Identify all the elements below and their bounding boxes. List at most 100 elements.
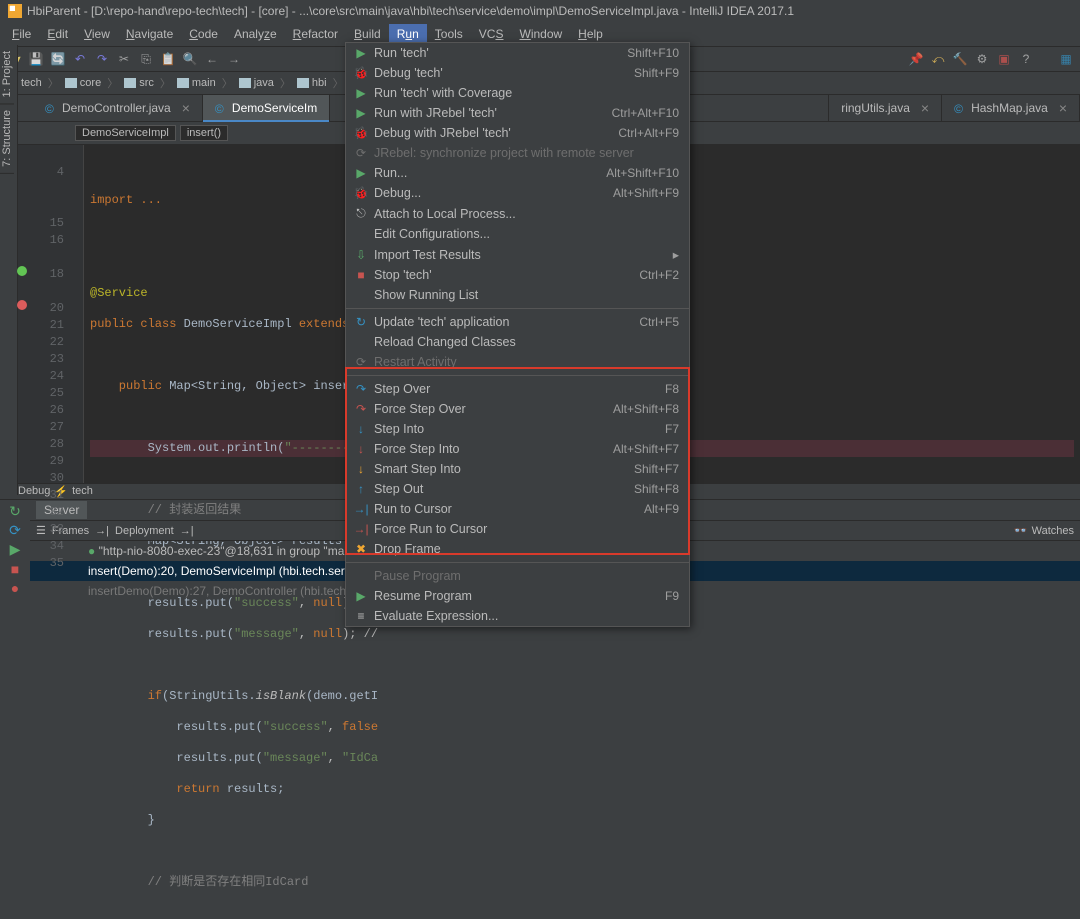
menu-refactor[interactable]: Refactor	[285, 24, 346, 44]
tab-label: DemoServiceIm	[232, 101, 317, 115]
editor-tab-1[interactable]: © DemoServiceIm	[203, 95, 330, 121]
menu-view[interactable]: View	[76, 24, 118, 44]
paste-icon[interactable]: 📋	[160, 51, 176, 67]
help-icon[interactable]: ?	[1018, 51, 1034, 67]
run-menu-item[interactable]: ⎋Attach to Local Process...	[346, 203, 689, 224]
menu-item-shortcut: Shift+F7	[634, 462, 679, 476]
breakpoint-icon[interactable]	[17, 300, 27, 310]
menu-item-icon: ⎋	[352, 206, 370, 221]
menu-item-icon: ⟳	[352, 146, 370, 160]
watches-label[interactable]: Watches	[1032, 525, 1074, 537]
close-icon[interactable]: ×	[1059, 100, 1067, 116]
deployment-label[interactable]: Deployment	[115, 525, 174, 537]
run-menu-item[interactable]: ↑Step OutShift+F8	[346, 479, 689, 499]
run-menu-item[interactable]: ✖Drop Frame	[346, 539, 689, 559]
run-menu-item[interactable]: 🐞Debug 'tech'Shift+F9	[346, 63, 689, 83]
menu-item-label: Edit Configurations...	[374, 227, 490, 241]
run-menu-item[interactable]: →|Run to CursorAlt+F9	[346, 499, 689, 519]
run-menu-item[interactable]: ≡Evaluate Expression...	[346, 606, 689, 626]
run-menu-item[interactable]: →|Force Run to Cursor	[346, 519, 689, 539]
close-icon[interactable]: ×	[182, 100, 190, 116]
run-menu-item[interactable]: 🐞Debug with JRebel 'tech'Ctrl+Alt+F9	[346, 123, 689, 143]
menu-item-icon: ↓	[352, 442, 370, 456]
save-icon[interactable]: 💾	[28, 51, 44, 67]
fold-gutter	[70, 145, 84, 483]
bc-4[interactable]: java	[239, 77, 274, 89]
hammer-icon[interactable]: 🔨	[952, 51, 968, 67]
run-marker-icon[interactable]	[17, 266, 27, 276]
stop-icon[interactable]: ■	[11, 560, 19, 577]
menu-file[interactable]: File	[4, 24, 39, 44]
run-menu-item[interactable]: ▶Run 'tech' with Coverage	[346, 83, 689, 103]
sync-icon[interactable]: 🔄	[50, 51, 66, 67]
run-menu-item[interactable]: 🐞Debug...Alt+Shift+F9	[346, 183, 689, 203]
fwd-icon[interactable]: →	[226, 51, 242, 67]
run-menu-item[interactable]: ▶Run with JRebel 'tech'Ctrl+Alt+F10	[346, 103, 689, 123]
menu-code[interactable]: Code	[181, 24, 226, 44]
redo-icon[interactable]: ↷	[94, 51, 110, 67]
menu-item-label: Step Into	[374, 422, 424, 436]
undo2-icon[interactable]: ⤺	[930, 51, 946, 67]
run-menu-item[interactable]: ▶Run...Alt+Shift+F10	[346, 163, 689, 183]
menu-item-label: Force Step Over	[374, 402, 466, 416]
find-icon[interactable]: 🔍	[182, 51, 198, 67]
class-icon: ©	[954, 102, 966, 114]
run-menu-item[interactable]: ↓Step IntoF7	[346, 419, 689, 439]
debug2-icon[interactable]: ▣	[996, 51, 1012, 67]
menu-item-shortcut: Alt+Shift+F9	[613, 186, 679, 200]
bc-5[interactable]: hbi	[297, 77, 327, 89]
bc-1[interactable]: core	[65, 77, 101, 89]
run-menu-item[interactable]: ↓Force Step IntoAlt+Shift+F7	[346, 439, 689, 459]
menu-item-icon: ⟳	[352, 355, 370, 369]
run-menu-item[interactable]: ↻Update 'tech' applicationCtrl+F5	[346, 312, 689, 332]
menu-help[interactable]: Help	[570, 24, 611, 44]
conf-icon[interactable]: ⚙	[974, 51, 990, 67]
resume-icon[interactable]: ▶	[10, 541, 21, 558]
menu-vcs[interactable]: VCS	[471, 24, 512, 44]
menu-navigate[interactable]: Navigate	[118, 24, 181, 44]
copy-icon[interactable]: ⎘	[138, 51, 154, 67]
bc-3[interactable]: main	[177, 77, 216, 89]
menu-item-label: Update 'tech' application	[374, 315, 509, 329]
menu-build[interactable]: Build	[346, 24, 389, 44]
menu-item-icon: ≡	[352, 609, 370, 623]
tab-project[interactable]: 1: Project	[0, 45, 14, 104]
editor-tab-3[interactable]: © HashMap.java ×	[942, 95, 1080, 121]
folder-icon	[297, 78, 309, 88]
run-menu-item[interactable]: Edit Configurations...	[346, 224, 689, 244]
run-menu-item[interactable]: ↷Step OverF8	[346, 379, 689, 399]
run-menu-item[interactable]: Show Running List	[346, 285, 689, 305]
pin-icon[interactable]: 📌	[908, 51, 924, 67]
menu-window[interactable]: Window	[511, 24, 570, 44]
frame-label: "http-nio-8080-exec-23"@18,631 in group …	[99, 544, 347, 558]
cut-icon[interactable]: ✂	[116, 51, 132, 67]
undo-icon[interactable]: ↶	[72, 51, 88, 67]
view-bp-icon[interactable]: ●	[11, 579, 19, 596]
menu-item-label: JRebel: synchronize project with remote …	[374, 146, 634, 160]
run-menu-item[interactable]: ▶Resume ProgramF9	[346, 586, 689, 606]
run-menu-item[interactable]: ■Stop 'tech'Ctrl+F2	[346, 265, 689, 285]
run-menu-item: ⟳ JRebel: synchronize project with remote…	[346, 143, 689, 163]
bc-2[interactable]: src	[124, 77, 154, 89]
run-menu-item[interactable]: ↷Force Step OverAlt+Shift+F8	[346, 399, 689, 419]
crumb-method[interactable]: insert()	[180, 125, 228, 141]
editor-tab-0[interactable]: © DemoController.java ×	[33, 95, 203, 121]
menu-item-shortcut: Ctrl+F2	[639, 268, 679, 282]
crumb-class[interactable]: DemoServiceImpl	[75, 125, 176, 141]
tab-structure[interactable]: 7: Structure	[0, 104, 14, 174]
run-menu-item[interactable]: ▶Run 'tech'Shift+F10	[346, 43, 689, 63]
close-icon[interactable]: ×	[921, 100, 929, 116]
layout-icon[interactable]: ▦	[1058, 51, 1074, 67]
menu-edit[interactable]: Edit	[39, 24, 76, 44]
menu-run[interactable]: Run	[389, 24, 427, 44]
back-icon[interactable]: ←	[204, 51, 220, 67]
editor-tab-2[interactable]: ringUtils.java ×	[828, 95, 942, 121]
run-menu-item[interactable]: ⇩Import Test Results▸	[346, 244, 689, 265]
window-title-bar: HbiParent - [D:\repo-hand\repo-tech\tech…	[0, 0, 1080, 22]
menu-tools[interactable]: Tools	[427, 24, 471, 44]
run-menu-item[interactable]: ↓Smart Step IntoShift+F7	[346, 459, 689, 479]
run-menu-item[interactable]: Reload Changed Classes	[346, 332, 689, 352]
menu-analyze[interactable]: Analyze	[226, 24, 285, 44]
menu-item-label: Stop 'tech'	[374, 268, 432, 282]
run-menu: ▶Run 'tech'Shift+F10🐞Debug 'tech'Shift+F…	[345, 42, 690, 627]
